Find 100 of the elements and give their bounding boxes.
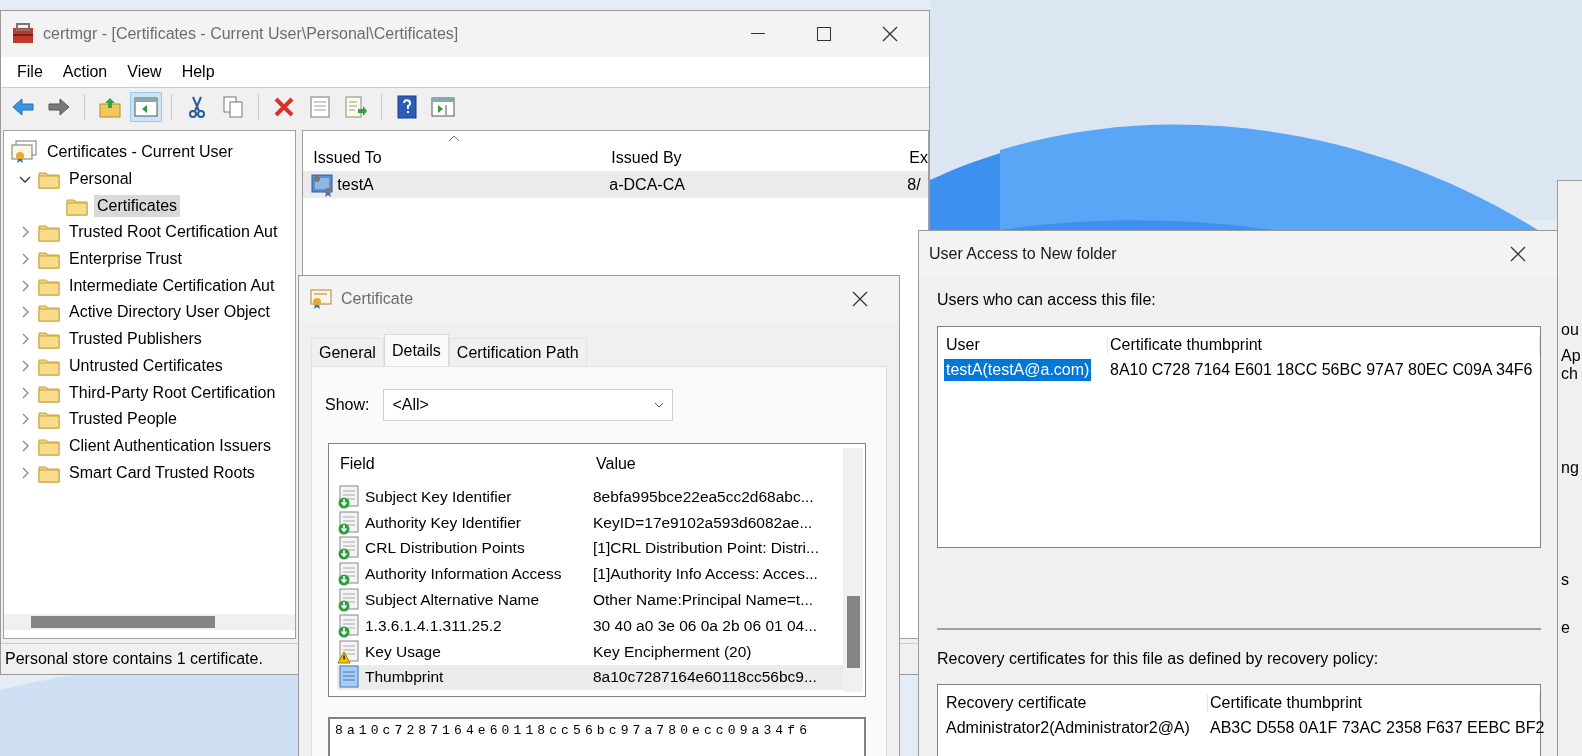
minimize-icon — [751, 33, 765, 35]
field-value: 30 40 a0 3e 06 0a 2b 06 01 04... — [593, 616, 819, 635]
column-header[interactable]: Field — [337, 455, 593, 473]
menu-item[interactable]: File — [7, 61, 53, 83]
column-header[interactable]: User — [944, 335, 1108, 354]
list-row[interactable]: Authority Key Identifier KeyID=17e9102a593d6082ae... — [337, 509, 843, 536]
window-title: certmgr - [Certificates - Current User\Personal\Certificates] — [43, 25, 460, 43]
column-header[interactable]: Value — [593, 455, 843, 473]
folder-icon — [38, 222, 60, 243]
tree-item[interactable]: Personal — [66, 168, 136, 191]
field-value: Key Encipherment (20) — [593, 642, 753, 661]
column-header[interactable]: Ex — [909, 149, 928, 167]
section-label: Recovery certificates for this file as defined by recovery policy: — [937, 650, 1380, 668]
tree-item[interactable]: Trusted Root Certification Aut — [66, 221, 281, 244]
text-fragment: ou — [1560, 321, 1580, 339]
show-dropdown[interactable]: <All> — [383, 389, 674, 421]
column-header[interactable]: Certificate thumbprint — [1108, 335, 1540, 354]
extension-icon — [337, 536, 361, 561]
list-row[interactable]: Authority Information Access [1]Authority Info Access: Acces... — [337, 561, 843, 588]
tree-item[interactable]: Certificates — [94, 194, 181, 217]
extension-icon — [337, 588, 361, 613]
table-cell: testA — [337, 175, 374, 194]
text-fragment: Ap — [1560, 347, 1582, 365]
field-name: Subject Alternative Name — [365, 591, 540, 610]
list-row[interactable]: Subject Alternative Name Other Name:Principal Name=t... — [337, 587, 843, 613]
tab[interactable]: Certification Path — [448, 338, 587, 366]
tab[interactable]: General — [311, 338, 384, 366]
field-label: Show: — [325, 396, 370, 414]
menu-item[interactable]: Help — [171, 61, 225, 83]
sort-caret-icon — [448, 135, 461, 142]
menu-item[interactable]: View — [117, 61, 172, 83]
list-row[interactable]: 1.3.6.1.4.1.311.25.2 30 40 a0 3e 06 0a 2b 06 01 04... — [337, 613, 843, 639]
tree-item[interactable]: Enterprise Trust — [66, 248, 185, 271]
field-name: Subject Key Identifier — [365, 487, 512, 506]
tree-item[interactable]: Active Directory User Object — [66, 301, 273, 324]
toolbox-icon — [11, 22, 35, 46]
close-icon — [1510, 246, 1526, 262]
tree-item[interactable]: Trusted People — [66, 408, 180, 431]
folder-icon — [38, 409, 60, 430]
extension-icon — [337, 484, 361, 509]
field-value: [1]CRL Distribution Point: Distri... — [593, 539, 820, 558]
certificate-store-icon — [10, 140, 38, 165]
extension-icon — [337, 613, 361, 638]
list-row[interactable]: CRL Distribution Points [1]CRL Distribution Point: Distri... — [337, 535, 843, 562]
field-name: Authority Key Identifier — [365, 513, 521, 532]
tree-item[interactable]: Third-Party Root Certification — [66, 381, 279, 404]
tree-item[interactable]: Certificates - Current User — [44, 141, 236, 164]
list-row[interactable]: Subject Key Identifier 8ebfa995bce22ea5cc2d68abc... — [337, 484, 843, 510]
tree-item[interactable]: Untrusted Certificates — [66, 354, 226, 377]
text-fragment: s — [1560, 571, 1570, 589]
close-icon — [852, 291, 868, 307]
text-fragment: e — [1560, 619, 1571, 637]
list-row[interactable]: Thumbprint 8a10c7287164e60118cc56bc9... — [337, 664, 843, 691]
column-header[interactable]: Issued By — [611, 149, 910, 167]
horizontal-scrollbar[interactable] — [4, 614, 296, 630]
properties-icon — [309, 95, 331, 119]
list-row[interactable]: testA a-DCA-CA 8/ — [303, 171, 928, 198]
list-row[interactable]: Key Usage Key Encipherment (20) — [337, 638, 843, 665]
folder-up-icon — [98, 96, 122, 118]
forward-arrow-icon — [47, 97, 71, 117]
maximize-icon — [817, 27, 831, 41]
warning-icon — [337, 639, 361, 664]
column-header[interactable]: Certificate thumbprint — [1208, 693, 1540, 712]
value-text-box[interactable]: 8a10c7287164e60118cc56bc97a780ecc09a34f6 — [328, 717, 866, 756]
scrollbar-thumb[interactable] — [31, 616, 215, 628]
status-text: Personal store contains 1 certificate. — [5, 650, 263, 668]
field-name: Thumbprint — [365, 668, 444, 687]
text-fragment: ng — [1560, 459, 1580, 477]
dialog-title: Certificate — [341, 290, 415, 308]
table-cell[interactable]: 8A10 C728 7164 E601 18CC 56BC 97A7 80EC C09A 34F6 — [1108, 358, 1535, 381]
extension-icon — [337, 510, 361, 535]
action-pane-icon — [431, 97, 455, 117]
folder-icon — [38, 169, 60, 190]
field-value: 8a10c7287164e60118cc56bc9... — [593, 668, 818, 687]
table-cell[interactable]: Administrator2(Administrator2@A) — [944, 716, 1192, 739]
menu-item[interactable]: Action — [52, 61, 118, 83]
tree-item[interactable]: Intermediate Certification Aut — [66, 274, 278, 297]
tree-item[interactable]: Trusted Publishers — [66, 328, 205, 351]
table-cell[interactable]: AB3C D558 0A1F 73AC 2358 F637 EEBC BF2 — [1208, 716, 1547, 739]
close-icon — [882, 26, 898, 42]
field-name: CRL Distribution Points — [365, 539, 525, 558]
column-header[interactable]: Recovery certificate — [944, 693, 1208, 712]
field-value: KeyID=17e9102a593d6082ae... — [593, 513, 814, 532]
property-icon — [337, 665, 361, 690]
tree-item[interactable]: Client Authentication Issuers — [66, 434, 274, 457]
scrollbar-thumb[interactable] — [846, 596, 860, 668]
section-label: Users who can access this file: — [937, 291, 1157, 309]
tab[interactable]: Details — [383, 334, 449, 366]
console-tree-icon — [134, 97, 158, 117]
field-name: Key Usage — [365, 642, 441, 661]
table-cell-text: a-DCA-CA — [609, 175, 686, 194]
extension-icon — [337, 562, 361, 587]
vertical-scrollbar[interactable] — [843, 448, 863, 692]
field-value: 8ebfa995bce22ea5cc2d68abc... — [593, 487, 815, 506]
back-arrow-icon — [11, 97, 35, 117]
folder-icon — [38, 249, 60, 270]
tree-item[interactable]: Smart Card Trusted Roots — [66, 461, 258, 484]
table-cell[interactable]: testA(testA@a.com) — [944, 358, 1092, 381]
folder-icon — [38, 302, 60, 323]
column-header[interactable]: Issued To — [313, 149, 612, 167]
